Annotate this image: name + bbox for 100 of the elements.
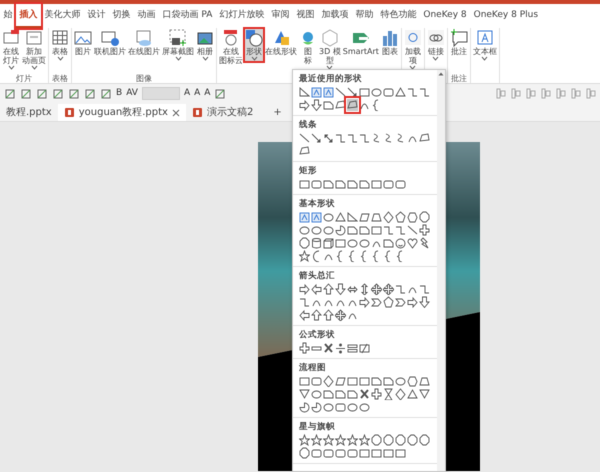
ribbon-tab[interactable]: OneKey 8 [420, 4, 470, 28]
shape-option[interactable] [335, 211, 346, 223]
shape-option[interactable] [335, 132, 346, 144]
file-tab[interactable]: youguan教程.pptx [58, 104, 186, 121]
ribbon-tab[interactable]: OneKey 8 Plus [470, 4, 542, 28]
shape-option[interactable] [299, 401, 310, 413]
shape-option[interactable] [395, 224, 406, 236]
shape-option[interactable] [299, 224, 310, 236]
toolbar-text[interactable]: A [184, 86, 190, 100]
shape-option[interactable] [371, 132, 382, 144]
shape-option[interactable] [335, 86, 346, 98]
shape-option[interactable] [407, 296, 418, 308]
shape-option[interactable] [359, 86, 370, 98]
file-tab[interactable]: 演示文稿2 [186, 104, 260, 121]
shape-option[interactable] [299, 447, 310, 459]
shape-option[interactable] [395, 375, 406, 387]
shape-option[interactable] [347, 237, 358, 249]
shape-option[interactable] [311, 224, 322, 236]
shape-option[interactable] [383, 86, 394, 98]
shape-option[interactable] [299, 145, 310, 157]
shape-option[interactable] [419, 237, 430, 249]
shape-option[interactable] [347, 401, 358, 413]
shape-option[interactable] [311, 211, 322, 223]
shape-option[interactable] [359, 283, 370, 295]
new-tab-button[interactable]: + [267, 104, 288, 121]
shape-option[interactable] [311, 309, 322, 321]
ribbon-tab[interactable]: 特色功能 [376, 4, 420, 28]
shape-option[interactable] [323, 224, 334, 236]
shape-option[interactable] [311, 99, 322, 111]
ribbon-button[interactable]: 批注 [448, 28, 469, 57]
shape-option[interactable] [323, 401, 334, 413]
shape-option[interactable] [347, 178, 358, 190]
shape-option[interactable] [371, 375, 382, 387]
ribbon-tab[interactable]: 切换 [109, 4, 134, 28]
shape-option[interactable] [347, 211, 358, 223]
shape-option[interactable] [347, 342, 358, 354]
shape-option[interactable] [395, 132, 406, 144]
ribbon-button[interactable]: 在线 图标云 [218, 28, 244, 66]
shape-option[interactable] [407, 211, 418, 223]
scrollbar[interactable] [437, 70, 445, 471]
shape-option[interactable] [299, 375, 310, 387]
shape-option[interactable] [335, 447, 346, 459]
ribbon-button[interactable]: 屏幕截图 [161, 28, 195, 62]
shape-option[interactable] [311, 132, 322, 144]
shape-option[interactable] [335, 342, 346, 354]
shape-option[interactable] [383, 211, 394, 223]
toolbar-text[interactable]: AV [126, 86, 138, 100]
ribbon-tab[interactable]: 动画 [134, 4, 159, 28]
font-size-field[interactable] [142, 87, 180, 100]
shape-option[interactable] [311, 283, 322, 295]
shape-option[interactable] [359, 296, 370, 308]
shape-option[interactable] [311, 401, 322, 413]
shape-option[interactable] [371, 86, 382, 98]
shape-option[interactable] [347, 224, 358, 236]
shape-option[interactable] [359, 401, 370, 413]
ribbon-button[interactable]: 3D 模 型 [318, 28, 342, 71]
shape-option[interactable] [395, 86, 406, 98]
shape-option[interactable] [311, 388, 322, 400]
shape-option[interactable] [347, 388, 358, 400]
shape-option[interactable] [419, 388, 430, 400]
ribbon-button[interactable]: 表格 [50, 28, 70, 62]
shape-option[interactable] [359, 237, 370, 249]
shape-option[interactable] [299, 132, 310, 144]
ribbon-button[interactable]: 联机图片 [93, 28, 127, 57]
shape-option[interactable] [419, 211, 430, 223]
shape-option[interactable] [299, 296, 310, 308]
shape-option[interactable] [395, 178, 406, 190]
shape-option[interactable] [383, 388, 394, 400]
shape-option[interactable] [407, 86, 418, 98]
shape-option[interactable] [359, 447, 370, 459]
shape-option[interactable] [359, 178, 370, 190]
ribbon-tab[interactable]: 设计 [84, 4, 109, 28]
shape-option[interactable] [311, 250, 322, 262]
toolbar-text[interactable]: B [116, 86, 122, 100]
shape-option[interactable] [371, 388, 382, 400]
ribbon-button[interactable]: 链接 [426, 28, 446, 62]
shape-option[interactable] [335, 375, 346, 387]
ribbon-button[interactable]: 图片 [73, 28, 93, 57]
shape-option[interactable] [383, 447, 394, 459]
shape-option[interactable] [299, 283, 310, 295]
shape-option[interactable] [311, 237, 322, 249]
shape-option[interactable] [323, 86, 334, 98]
shape-option[interactable] [395, 447, 406, 459]
shape-option[interactable] [347, 86, 358, 98]
shape-option[interactable] [335, 283, 346, 295]
shape-option[interactable] [347, 99, 358, 111]
shape-option[interactable] [323, 309, 334, 321]
shape-option[interactable] [359, 342, 370, 354]
shape-option[interactable] [335, 388, 346, 400]
shape-option[interactable] [359, 224, 370, 236]
shape-option[interactable] [383, 434, 394, 446]
shape-option[interactable] [335, 178, 346, 190]
shape-option[interactable] [419, 434, 430, 446]
ribbon-tab[interactable]: 视图 [292, 4, 318, 28]
shape-option[interactable] [323, 447, 334, 459]
close-icon[interactable] [172, 108, 180, 116]
shape-option[interactable] [299, 86, 310, 98]
shape-option[interactable] [419, 86, 430, 98]
shape-option[interactable] [371, 224, 382, 236]
shape-option[interactable] [323, 211, 334, 223]
